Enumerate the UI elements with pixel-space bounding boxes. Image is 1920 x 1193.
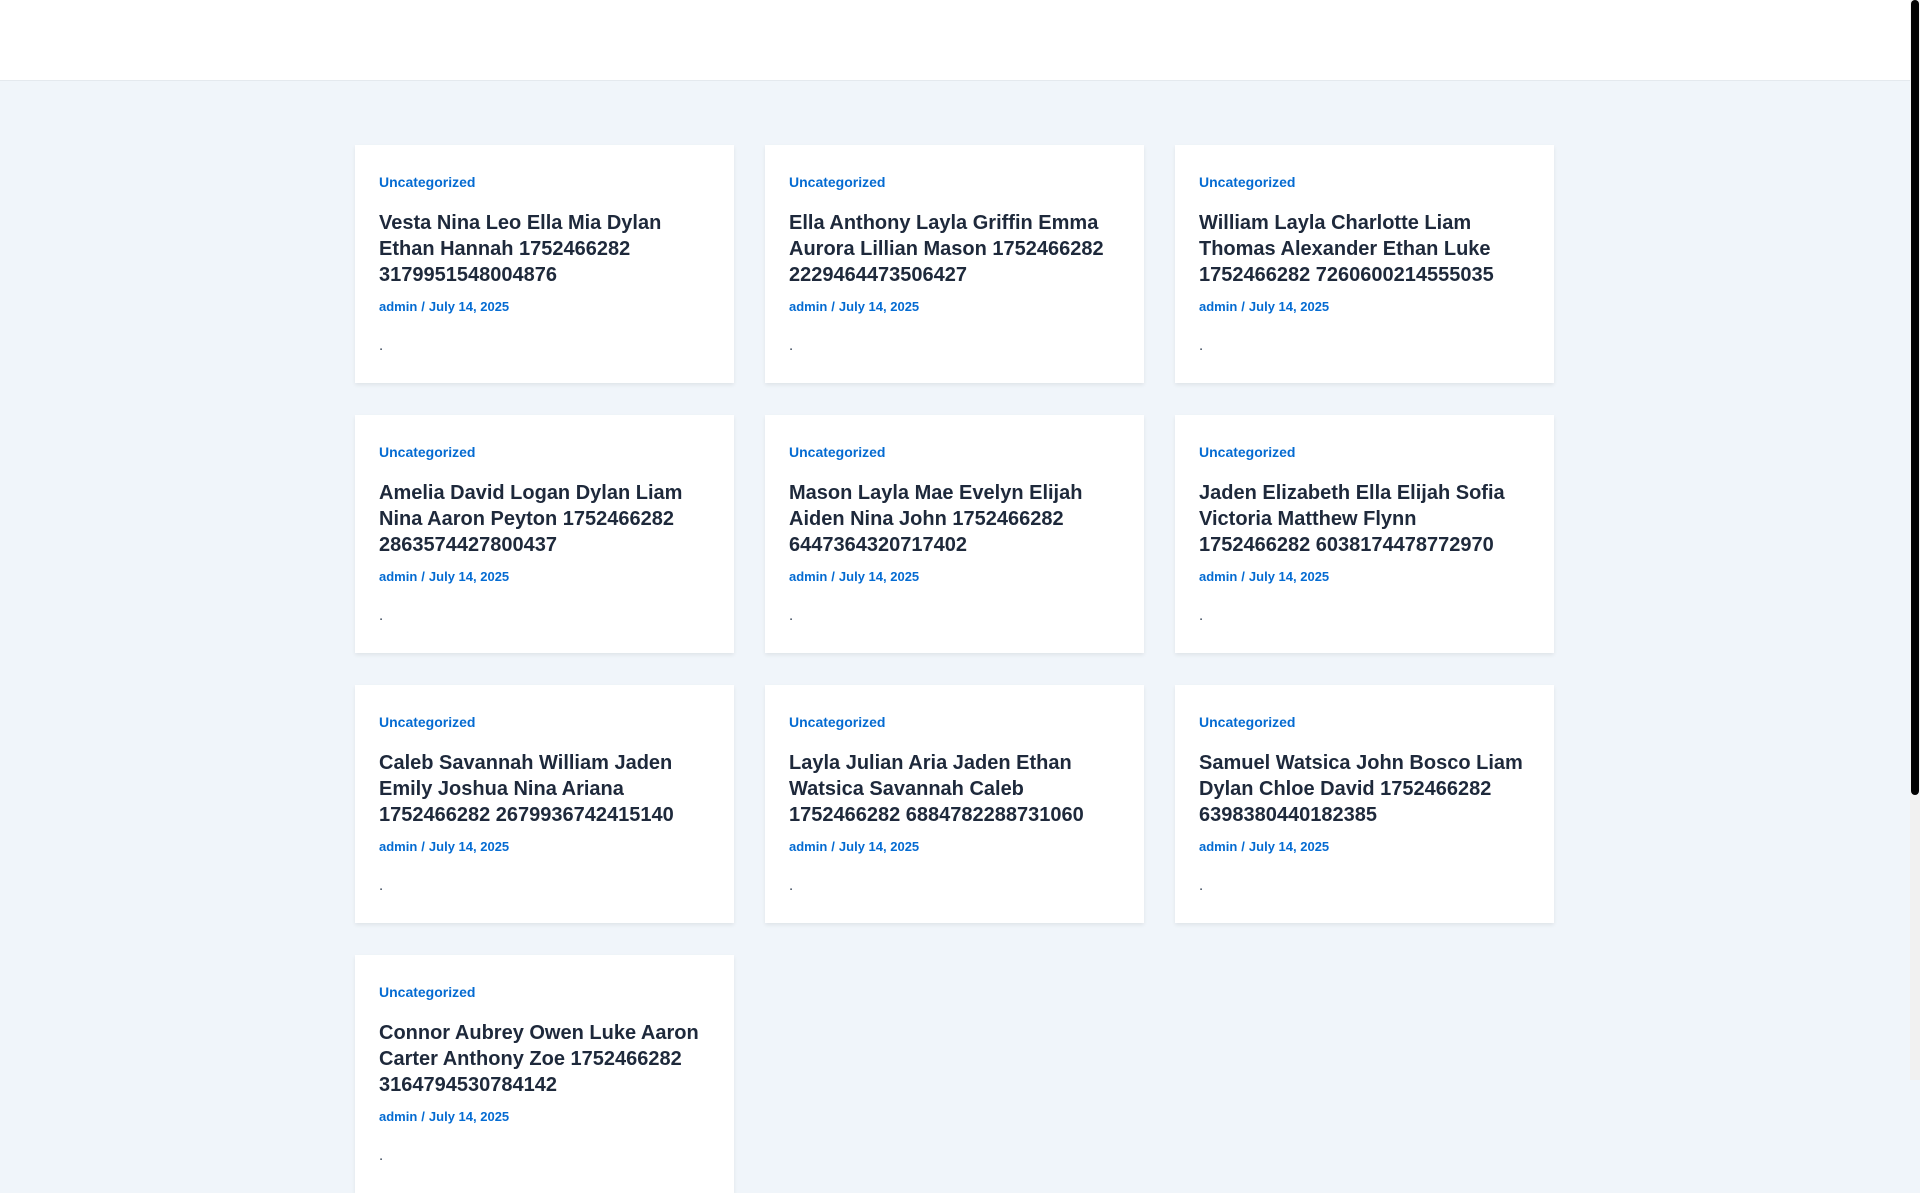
post-meta: admin / July 14, 2025 xyxy=(379,838,710,856)
post-meta: admin / July 14, 2025 xyxy=(789,838,1120,856)
post-author-link[interactable]: admin xyxy=(379,299,417,314)
post-card: Uncategorized Ella Anthony Layla Griffin… xyxy=(765,145,1144,383)
meta-separator: / xyxy=(831,299,835,314)
post-card: Uncategorized Jaden Elizabeth Ella Elija… xyxy=(1175,415,1554,653)
post-title[interactable]: Vesta Nina Leo Ella Mia Dylan Ethan Hann… xyxy=(379,210,710,288)
post-title[interactable]: Amelia David Logan Dylan Liam Nina Aaron… xyxy=(379,480,710,558)
post-card: Uncategorized Amelia David Logan Dylan L… xyxy=(355,415,734,653)
post-meta: admin / July 14, 2025 xyxy=(789,568,1120,586)
posts-grid: Uncategorized Vesta Nina Leo Ella Mia Dy… xyxy=(355,145,1555,1193)
scrollbar-thumb[interactable] xyxy=(1911,0,1919,795)
post-category-link[interactable]: Uncategorized xyxy=(379,173,475,191)
post-excerpt: . xyxy=(1199,877,1204,894)
post-title[interactable]: Ella Anthony Layla Griffin Emma Aurora L… xyxy=(789,210,1120,288)
post-excerpt: . xyxy=(379,337,384,354)
post-date-link[interactable]: July 14, 2025 xyxy=(1249,569,1329,584)
post-category-link[interactable]: Uncategorized xyxy=(379,983,475,1001)
post-excerpt: . xyxy=(379,877,384,894)
post-card: Uncategorized Connor Aubrey Owen Luke Aa… xyxy=(355,955,734,1193)
post-card: Uncategorized Samuel Watsica John Bosco … xyxy=(1175,685,1554,923)
post-excerpt: . xyxy=(789,607,794,624)
post-author-link[interactable]: admin xyxy=(789,839,827,854)
post-title[interactable]: Jaden Elizabeth Ella Elijah Sofia Victor… xyxy=(1199,480,1530,558)
post-author-link[interactable]: admin xyxy=(1199,839,1237,854)
post-date-link[interactable]: July 14, 2025 xyxy=(429,839,509,854)
post-excerpt: . xyxy=(789,877,794,894)
post-card: Uncategorized Caleb Savannah William Jad… xyxy=(355,685,734,923)
post-meta: admin / July 14, 2025 xyxy=(789,298,1120,316)
post-excerpt: . xyxy=(789,337,794,354)
post-title[interactable]: Caleb Savannah William Jaden Emily Joshu… xyxy=(379,750,710,828)
post-meta: admin / July 14, 2025 xyxy=(379,298,710,316)
post-meta: admin / July 14, 2025 xyxy=(1199,838,1530,856)
post-meta: admin / July 14, 2025 xyxy=(1199,298,1530,316)
post-date-link[interactable]: July 14, 2025 xyxy=(839,839,919,854)
post-category-link[interactable]: Uncategorized xyxy=(789,713,885,731)
post-excerpt: . xyxy=(379,1147,384,1164)
post-card: Uncategorized Vesta Nina Leo Ella Mia Dy… xyxy=(355,145,734,383)
post-meta: admin / July 14, 2025 xyxy=(379,568,710,586)
post-title[interactable]: William Layla Charlotte Liam Thomas Alex… xyxy=(1199,210,1530,288)
post-date-link[interactable]: July 14, 2025 xyxy=(429,299,509,314)
post-author-link[interactable]: admin xyxy=(789,569,827,584)
post-card: Uncategorized William Layla Charlotte Li… xyxy=(1175,145,1554,383)
post-date-link[interactable]: July 14, 2025 xyxy=(839,299,919,314)
post-meta: admin / July 14, 2025 xyxy=(1199,568,1530,586)
post-meta: admin / July 14, 2025 xyxy=(379,1108,710,1126)
post-title[interactable]: Connor Aubrey Owen Luke Aaron Carter Ant… xyxy=(379,1020,710,1098)
post-date-link[interactable]: July 14, 2025 xyxy=(1249,299,1329,314)
meta-separator: / xyxy=(1241,839,1245,854)
post-excerpt: . xyxy=(1199,607,1204,624)
post-date-link[interactable]: July 14, 2025 xyxy=(1249,839,1329,854)
meta-separator: / xyxy=(421,1109,425,1124)
post-category-link[interactable]: Uncategorized xyxy=(379,713,475,731)
post-title[interactable]: Samuel Watsica John Bosco Liam Dylan Chl… xyxy=(1199,750,1530,828)
meta-separator: / xyxy=(831,839,835,854)
post-excerpt: . xyxy=(1199,337,1204,354)
site-header xyxy=(0,0,1910,81)
post-author-link[interactable]: admin xyxy=(1199,299,1237,314)
post-title[interactable]: Mason Layla Mae Evelyn Elijah Aiden Nina… xyxy=(789,480,1120,558)
post-card: Uncategorized Mason Layla Mae Evelyn Eli… xyxy=(765,415,1144,653)
post-author-link[interactable]: admin xyxy=(1199,569,1237,584)
post-author-link[interactable]: admin xyxy=(789,299,827,314)
post-category-link[interactable]: Uncategorized xyxy=(1199,713,1295,731)
post-category-link[interactable]: Uncategorized xyxy=(1199,173,1295,191)
post-category-link[interactable]: Uncategorized xyxy=(379,443,475,461)
post-author-link[interactable]: admin xyxy=(379,839,417,854)
post-category-link[interactable]: Uncategorized xyxy=(789,173,885,191)
post-category-link[interactable]: Uncategorized xyxy=(1199,443,1295,461)
meta-separator: / xyxy=(421,299,425,314)
post-author-link[interactable]: admin xyxy=(379,1109,417,1124)
meta-separator: / xyxy=(1241,569,1245,584)
meta-separator: / xyxy=(831,569,835,584)
meta-separator: / xyxy=(421,569,425,584)
meta-separator: / xyxy=(1241,299,1245,314)
post-date-link[interactable]: July 14, 2025 xyxy=(839,569,919,584)
post-card: Uncategorized Layla Julian Aria Jaden Et… xyxy=(765,685,1144,923)
post-title[interactable]: Layla Julian Aria Jaden Ethan Watsica Sa… xyxy=(789,750,1120,828)
post-date-link[interactable]: July 14, 2025 xyxy=(429,1109,509,1124)
meta-separator: / xyxy=(421,839,425,854)
post-author-link[interactable]: admin xyxy=(379,569,417,584)
post-category-link[interactable]: Uncategorized xyxy=(789,443,885,461)
post-excerpt: . xyxy=(379,607,384,624)
post-date-link[interactable]: July 14, 2025 xyxy=(429,569,509,584)
